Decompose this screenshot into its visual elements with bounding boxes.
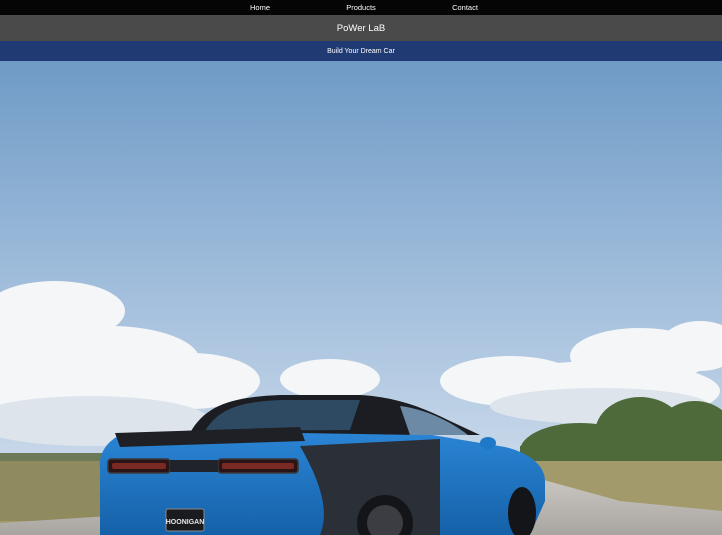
brand-header: PoWer LaB	[0, 15, 722, 41]
nav-products-link[interactable]: Products	[346, 0, 376, 15]
hero-car-illustration: HOONIGAN	[0, 61, 722, 535]
top-navigation: Home Products Contact	[0, 0, 722, 15]
tagline-text: Build Your Dream Car	[327, 47, 395, 55]
tagline-banner: Build Your Dream Car	[0, 41, 722, 61]
license-plate: HOONIGAN	[166, 519, 205, 526]
site-title: PoWer LaB	[336, 22, 386, 34]
nav-contact-link[interactable]: Contact	[452, 0, 478, 15]
nav-home-link[interactable]: Home	[250, 0, 270, 15]
left-grass	[0, 461, 110, 521]
hero-image: HOONIGAN	[0, 61, 722, 535]
